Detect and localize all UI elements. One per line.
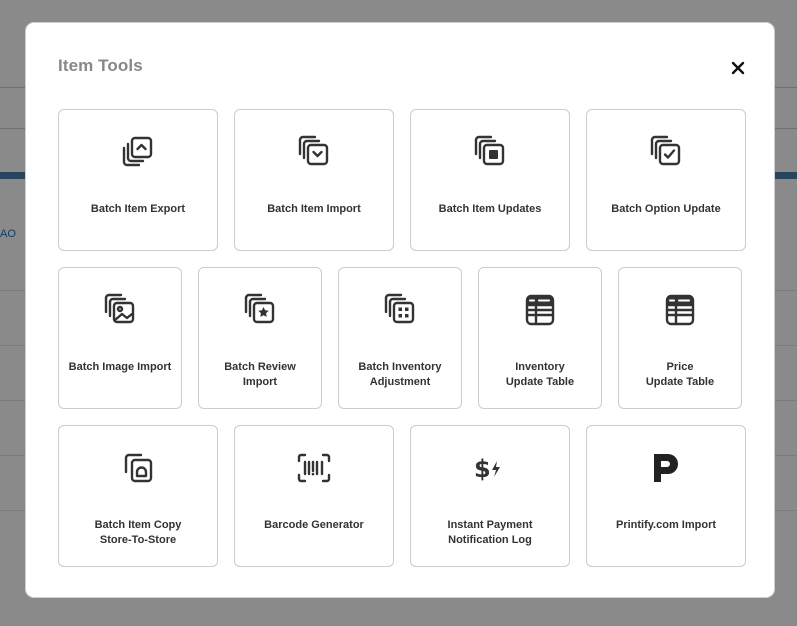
- tool-card-label: Batch Item Updates: [438, 203, 542, 215]
- tools-row: Batch Image Import Batch Review Import B…: [58, 267, 742, 409]
- tool-card-price-update-table[interactable]: Price Update Table: [618, 267, 742, 409]
- stack-download-icon: [298, 135, 329, 166]
- tool-card-label: Price Update Table: [645, 361, 715, 388]
- tool-card-label: Batch Review Import: [224, 361, 296, 388]
- tool-card-batch-item-updates[interactable]: Batch Item Updates: [410, 109, 570, 251]
- tool-card-instant-payment-notification-log[interactable]: $ Instant Payment Notification Log: [410, 425, 570, 567]
- table-list-icon: [665, 294, 695, 326]
- tool-card-label: Barcode Generator: [264, 519, 364, 531]
- dollar-bolt-icon: $: [474, 455, 500, 483]
- copy-store-icon: [124, 453, 153, 483]
- stack-square-icon: [474, 135, 505, 166]
- tool-card-label: Instant Payment Notification Log: [447, 519, 533, 546]
- tool-card-label: Batch Option Update: [611, 203, 721, 215]
- stack-upload-icon: [122, 136, 153, 167]
- tool-card-batch-review-import[interactable]: Batch Review Import: [198, 267, 322, 409]
- modal-title: Item Tools: [58, 56, 143, 75]
- tool-card-batch-inventory-adjustment[interactable]: Batch Inventory Adjustment: [338, 267, 462, 409]
- tools-row: Batch Item Export Batch Item Import Batc…: [58, 109, 746, 251]
- tool-card-label: Batch Item Export: [90, 203, 186, 215]
- tool-card-label: Batch Item Copy Store-To-Store: [94, 519, 182, 546]
- tool-card-label: Printify.com Import: [615, 519, 717, 531]
- tool-card-label: Batch Image Import: [68, 361, 172, 373]
- tool-card-batch-item-copy[interactable]: Batch Item Copy Store-To-Store: [58, 425, 218, 567]
- printify-logo-icon: [654, 454, 678, 482]
- tool-card-label: Inventory Update Table: [505, 361, 575, 388]
- stack-image-icon: [104, 293, 135, 324]
- tools-row: Batch Item Copy Store-To-Store Barcode Ge…: [58, 425, 746, 567]
- tool-card-inventory-update-table[interactable]: Inventory Update Table: [478, 267, 602, 409]
- tool-card-label: Batch Inventory Adjustment: [358, 361, 442, 388]
- svg-text:$: $: [474, 455, 491, 483]
- barcode-icon: [297, 453, 331, 483]
- tool-card-label: Batch Item Import: [267, 203, 361, 215]
- tool-card-batch-image-import[interactable]: Batch Image Import: [58, 267, 182, 409]
- tool-card-batch-item-import[interactable]: Batch Item Import: [234, 109, 394, 251]
- stack-grid-icon: [384, 293, 415, 324]
- close-icon: [731, 61, 745, 75]
- tool-card-batch-item-export[interactable]: Batch Item Export: [58, 109, 218, 251]
- item-tools-modal: Item Tools Batch Item Export Batch Item …: [25, 22, 775, 598]
- close-button[interactable]: [726, 57, 750, 79]
- tool-card-barcode-generator[interactable]: Barcode Generator: [234, 425, 394, 567]
- table-list-icon: [525, 294, 555, 326]
- stack-check-icon: [650, 135, 681, 166]
- tool-card-printify-import[interactable]: Printify.com Import: [586, 425, 746, 567]
- stack-star-icon: [244, 293, 275, 324]
- tool-card-batch-option-update[interactable]: Batch Option Update: [586, 109, 746, 251]
